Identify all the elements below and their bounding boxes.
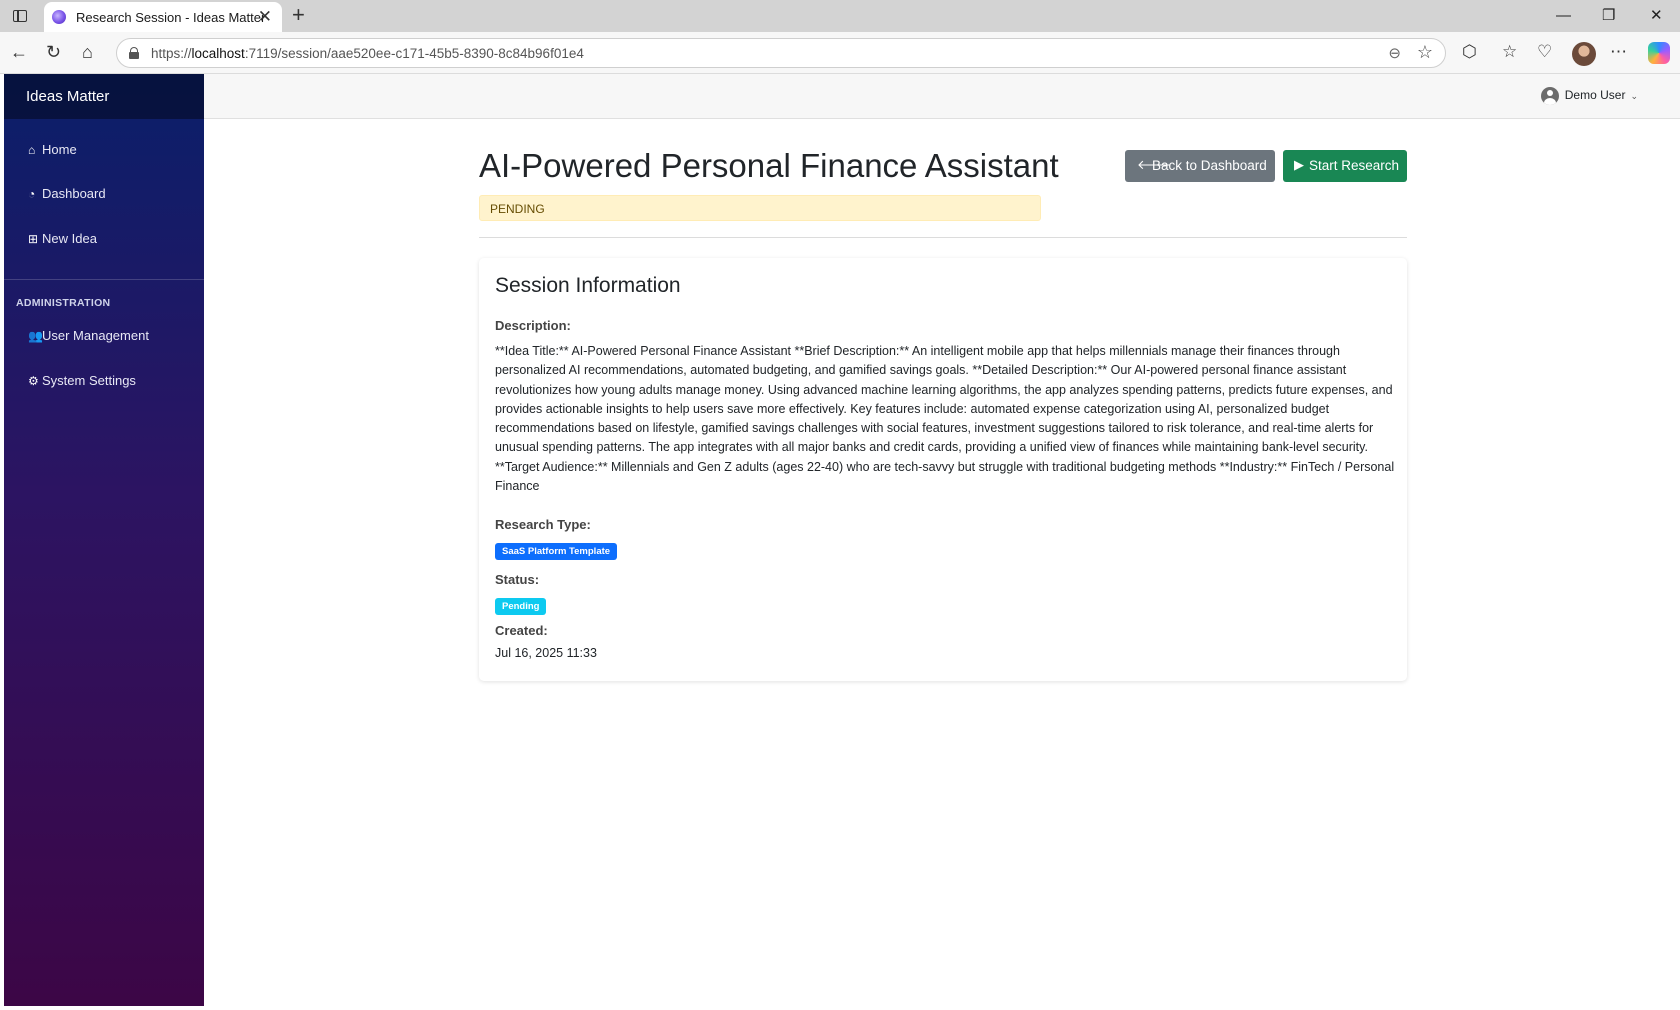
- sidebar-section-title: ADMINISTRATION: [16, 297, 111, 309]
- research-type-badge: SaaS Platform Template: [495, 543, 618, 560]
- reload-icon[interactable]: ↻: [46, 42, 61, 62]
- browser-essentials-icon[interactable]: ♡: [1537, 42, 1552, 62]
- top-bar: Demo User ⌄: [204, 74, 1680, 119]
- sidebar-item-label: Home: [42, 142, 77, 157]
- users-icon: 👥: [28, 329, 43, 343]
- extensions-icon[interactable]: ⬡: [1462, 42, 1477, 62]
- gears-icon: ⚙: [28, 374, 39, 388]
- description-label: Description:: [495, 318, 571, 333]
- tab-title: Research Session - Ideas Matter: [76, 10, 266, 25]
- sidebar-item-label: Dashboard: [42, 186, 106, 201]
- user-circle-icon: [1540, 87, 1559, 105]
- status-badge: Pending: [495, 598, 547, 615]
- card-title: Session Information: [495, 274, 681, 297]
- created-value: Jul 16, 2025 11:33: [495, 646, 597, 660]
- page-title: AI-Powered Personal Finance Assistant: [479, 147, 1059, 184]
- research-type-label: Research Type:: [495, 517, 591, 532]
- header-divider: [479, 237, 1407, 238]
- status-alert-text: PENDING: [490, 202, 545, 216]
- more-options-icon[interactable]: ⋯: [1610, 42, 1627, 62]
- sidebar-item-label: System Settings: [42, 373, 136, 388]
- browser-toolbar: ← ↻ ⌂ https://localhost:7119/session/aae…: [0, 32, 1680, 74]
- lock-icon[interactable]: [129, 47, 139, 59]
- plus-square-icon: ⊞: [28, 232, 39, 246]
- chevron-down-icon: ⌄: [1630, 91, 1638, 102]
- status-label: Status:: [495, 572, 540, 587]
- created-label: Created:: [495, 623, 548, 638]
- new-tab-icon[interactable]: +: [292, 3, 305, 27]
- status-alert: PENDING: [479, 195, 1041, 221]
- start-button-label: Start Research: [1309, 158, 1400, 173]
- back-to-dashboard-button[interactable]: 🡐 Back to Dashboard: [1125, 150, 1275, 182]
- sidebar-item-system-settings[interactable]: ⚙ System Settings: [28, 373, 136, 401]
- brand-name[interactable]: Ideas Matter: [26, 88, 109, 105]
- restore-icon[interactable]: ❐: [1602, 6, 1615, 26]
- copilot-icon[interactable]: [1648, 42, 1670, 64]
- back-button-label: Back to Dashboard: [1152, 158, 1267, 173]
- address-bar[interactable]: https://localhost:7119/session/aae520ee-…: [116, 38, 1446, 68]
- main-content: AI-Powered Personal Finance Assistant PE…: [204, 119, 1680, 1006]
- user-menu-dropdown[interactable]: Demo User ⌄: [1540, 87, 1638, 105]
- home-icon: ⌂: [28, 143, 36, 157]
- profile-avatar-icon[interactable]: [1572, 42, 1596, 66]
- user-name: Demo User: [1564, 88, 1626, 103]
- start-research-button[interactable]: ▶ Start Research: [1283, 150, 1407, 182]
- dashboard-icon: ◔: [28, 187, 36, 201]
- back-arrow-icon[interactable]: ←: [10, 42, 28, 62]
- sidebar-item-dashboard[interactable]: ◔ Dashboard: [28, 186, 106, 214]
- play-icon: ▶: [1294, 157, 1304, 172]
- minimize-icon[interactable]: —: [1556, 6, 1571, 26]
- url-text[interactable]: https://localhost:7119/session/aae520ee-…: [151, 46, 584, 61]
- session-info-card: Session Information Description: **Idea …: [479, 258, 1407, 681]
- sidebar-item-user-management[interactable]: 👥User Management: [28, 328, 149, 356]
- sidebar-item-new-idea[interactable]: ⊞ New Idea: [28, 231, 97, 259]
- app-root: Ideas Matter ⌂ Home ◔ Dashboard ⊞ New Idea …: [4, 74, 1680, 1006]
- sidebar-item-home[interactable]: ⌂ Home: [28, 142, 77, 170]
- tab-actions-icon[interactable]: [10, 7, 30, 25]
- tab-close-icon[interactable]: ✕: [258, 8, 272, 25]
- browser-tab-active[interactable]: Research Session - Ideas Matter ✕: [44, 2, 282, 32]
- window-close-icon[interactable]: ✕: [1650, 6, 1663, 26]
- sidebar-item-label: User Management: [42, 328, 149, 343]
- sidebar: Ideas Matter ⌂ Home ◔ Dashboard ⊞ New Idea …: [4, 74, 204, 1006]
- site-favicon-icon: [52, 10, 66, 24]
- sidebar-divider: [4, 279, 204, 280]
- favorite-star-icon[interactable]: ☆: [1417, 42, 1433, 63]
- zoom-out-icon[interactable]: ⊖: [1388, 44, 1401, 62]
- favorites-icon[interactable]: ☆: [1502, 42, 1517, 62]
- home-browser-icon[interactable]: ⌂: [82, 42, 93, 62]
- description-text: **Idea Title:** AI-Powered Personal Fina…: [495, 344, 1395, 494]
- brand[interactable]: Ideas Matter: [4, 74, 204, 119]
- sidebar-item-label: New Idea: [42, 231, 97, 246]
- browser-tab-bar: Research Session - Ideas Matter ✕ + — ❐ …: [0, 0, 1680, 32]
